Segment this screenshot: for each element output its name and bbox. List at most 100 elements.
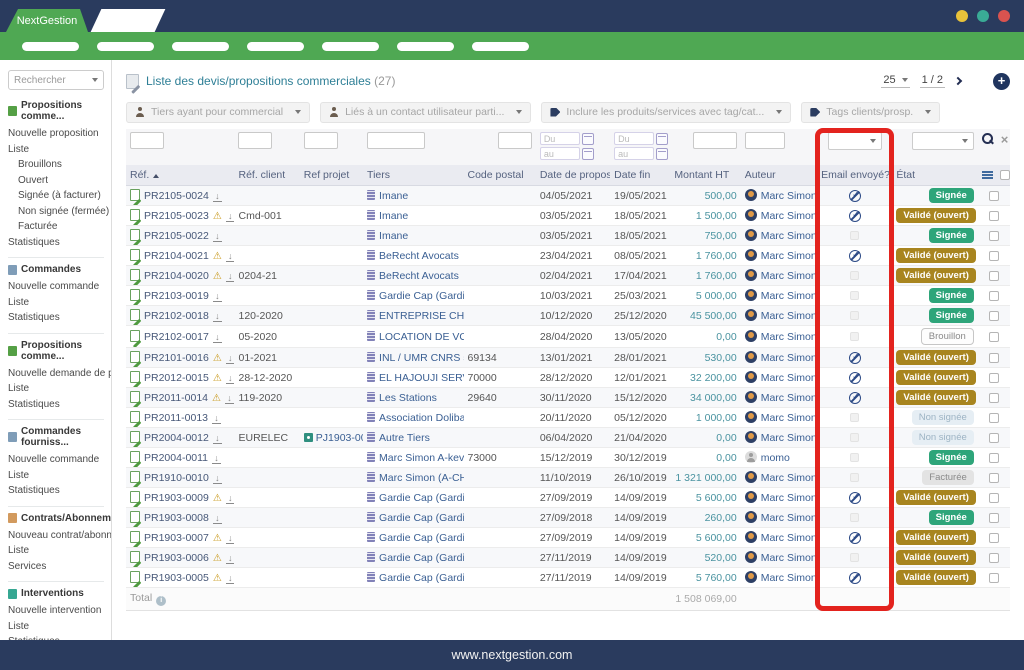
- brand-tab-secondary[interactable]: [91, 9, 166, 32]
- sidebar-item[interactable]: Nouvelle intervention: [8, 603, 104, 619]
- sidebar-item[interactable]: Liste: [8, 142, 104, 158]
- sidebar-item[interactable]: Facturée: [8, 219, 104, 235]
- thirdparty-link[interactable]: LOCATION DE VOITURE & R...: [379, 331, 463, 343]
- sidebar-item[interactable]: Statistiques: [8, 310, 104, 326]
- thirdparty-link[interactable]: Marc Simon A-kevin (A-Kevin): [379, 452, 463, 464]
- download-icon[interactable]: [226, 574, 235, 584]
- proposal-ref-link[interactable]: PR2102-0018: [144, 310, 209, 322]
- author-link[interactable]: Marc Simon: [761, 572, 817, 584]
- proposal-ref-link[interactable]: PR1903-0008: [144, 512, 209, 524]
- proposal-ref-link[interactable]: PR2011-0014: [144, 392, 208, 404]
- col-ref[interactable]: Réf.: [126, 165, 234, 186]
- thirdparty-link[interactable]: Imane: [379, 210, 408, 222]
- proposal-ref-link[interactable]: PR2104-0021: [144, 250, 209, 262]
- col-ref-client[interactable]: Réf. client: [234, 165, 299, 186]
- thirdparty-link[interactable]: Gardie Cap (Gardie Cap): [379, 552, 463, 564]
- sidebar-item[interactable]: Signée (à facturer): [8, 188, 104, 204]
- filter-status-select[interactable]: [912, 132, 974, 150]
- author-link[interactable]: Marc Simon: [761, 290, 817, 302]
- thirdparty-link[interactable]: Gardie Cap (Gardie Cap): [379, 572, 463, 584]
- author-link[interactable]: Marc Simon: [761, 310, 817, 322]
- sidebar-item[interactable]: Nouvelle proposition: [8, 126, 104, 142]
- download-icon[interactable]: [213, 333, 222, 343]
- row-checkbox[interactable]: [989, 191, 999, 201]
- proposal-ref-link[interactable]: PR2104-0020: [144, 270, 209, 282]
- menu-item-2[interactable]: [97, 42, 154, 51]
- col-montant[interactable]: Montant HT: [670, 165, 740, 186]
- proposal-ref-link[interactable]: PR2011-0013: [144, 412, 208, 424]
- author-link[interactable]: Marc Simon: [761, 492, 817, 504]
- proposal-ref-link[interactable]: PR1903-0009: [144, 492, 209, 504]
- menu-item-7[interactable]: [472, 42, 529, 51]
- add-proposal-button[interactable]: [993, 73, 1010, 90]
- sidebar-section-header[interactable]: Propositions comme...: [8, 340, 104, 362]
- author-link[interactable]: Marc Simon: [761, 352, 817, 364]
- menu-item-3[interactable]: [172, 42, 229, 51]
- window-dot-red[interactable]: [998, 10, 1010, 22]
- filter-montant-input[interactable]: [693, 132, 737, 149]
- proposal-ref-link[interactable]: PR2012-0015: [144, 372, 209, 384]
- author-link[interactable]: Marc Simon: [761, 552, 817, 564]
- filter-auteur-input[interactable]: [745, 132, 785, 149]
- author-link[interactable]: Marc Simon: [761, 270, 817, 282]
- calendar-icon[interactable]: [656, 133, 668, 145]
- menu-item-6[interactable]: [397, 42, 454, 51]
- sidebar-section-header[interactable]: Interventions: [8, 588, 104, 599]
- author-link[interactable]: Marc Simon: [761, 250, 817, 262]
- download-icon[interactable]: [226, 534, 235, 544]
- row-checkbox[interactable]: [989, 311, 999, 321]
- author-link[interactable]: Marc Simon: [761, 472, 817, 484]
- filter-ref-projet-input[interactable]: [304, 132, 338, 149]
- thirdparty-link[interactable]: Gardie Cap (Gardie Cap): [379, 512, 463, 524]
- window-dot-yellow[interactable]: [956, 10, 968, 22]
- author-link[interactable]: Marc Simon: [761, 372, 817, 384]
- sidebar-item[interactable]: Statistiques: [8, 397, 104, 413]
- row-checkbox[interactable]: [989, 291, 999, 301]
- calendar-icon[interactable]: [582, 133, 594, 145]
- proposal-ref-link[interactable]: PR1903-0007: [144, 532, 209, 544]
- author-link[interactable]: momo: [761, 452, 790, 464]
- col-date-fin[interactable]: Date fin: [610, 165, 670, 186]
- thirdparty-link[interactable]: BeRecht Avocats: [379, 250, 459, 262]
- thirdparty-link[interactable]: ENTREPRISE CHTIOUI: [379, 310, 463, 322]
- row-checkbox[interactable]: [989, 211, 999, 221]
- thirdparty-link[interactable]: EL HAJOUJI SERVICES: [379, 372, 463, 384]
- thirdparty-link[interactable]: Marc Simon (A-CHARIF): [379, 472, 463, 484]
- author-link[interactable]: Marc Simon: [761, 412, 817, 424]
- col-email-envoye[interactable]: Email envoyé?: [817, 165, 892, 186]
- col-code-postal[interactable]: Code postal: [464, 165, 536, 186]
- clear-filters-icon[interactable]: [1001, 132, 1009, 147]
- proposal-ref-link[interactable]: PR1910-0010: [144, 472, 209, 484]
- proposal-ref-link[interactable]: PR2103-0019: [144, 290, 209, 302]
- filter-ref-input[interactable]: [130, 132, 164, 149]
- row-checkbox[interactable]: [989, 433, 999, 443]
- row-checkbox[interactable]: [989, 473, 999, 483]
- proposal-ref-link[interactable]: PR2105-0023: [144, 210, 209, 222]
- author-link[interactable]: Marc Simon: [761, 432, 817, 444]
- row-checkbox[interactable]: [989, 493, 999, 503]
- download-icon[interactable]: [213, 192, 222, 202]
- row-checkbox[interactable]: [989, 353, 999, 363]
- download-icon[interactable]: [213, 312, 222, 322]
- download-icon[interactable]: [213, 232, 222, 242]
- thirdparty-link[interactable]: Les Stations: [379, 392, 437, 404]
- search-icon[interactable]: [982, 133, 995, 146]
- sidebar-item[interactable]: Liste: [8, 295, 104, 311]
- download-icon[interactable]: [226, 554, 235, 564]
- row-checkbox[interactable]: [989, 373, 999, 383]
- row-checkbox[interactable]: [989, 413, 999, 423]
- proposal-ref-link[interactable]: PR1903-0005: [144, 572, 209, 584]
- sidebar-item[interactable]: Liste: [8, 381, 104, 397]
- sales-rep-filter-select[interactable]: Tiers ayant pour commercial: [126, 102, 310, 123]
- author-link[interactable]: Marc Simon: [761, 210, 817, 222]
- col-tiers[interactable]: Tiers: [363, 165, 463, 186]
- row-checkbox[interactable]: [989, 453, 999, 463]
- sidebar-item[interactable]: Nouvelle commande: [8, 279, 104, 295]
- download-icon[interactable]: [213, 474, 222, 484]
- filter-date-prop-to-input[interactable]: [540, 147, 580, 160]
- sidebar-section-header[interactable]: Propositions comme...: [8, 100, 104, 122]
- row-checkbox[interactable]: [989, 251, 999, 261]
- row-checkbox[interactable]: [989, 513, 999, 523]
- author-link[interactable]: Marc Simon: [761, 331, 817, 343]
- proposal-ref-link[interactable]: PR1903-0006: [144, 552, 209, 564]
